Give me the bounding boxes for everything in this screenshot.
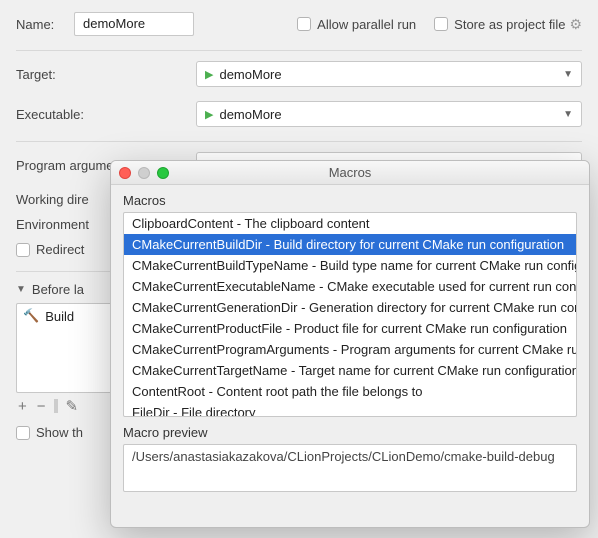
allow-parallel-checkbox[interactable]: Allow parallel run [297, 17, 416, 32]
titlebar[interactable]: Macros [111, 161, 589, 185]
checkbox-box-icon [16, 243, 30, 257]
minimize-icon[interactable] [138, 167, 150, 179]
name-label: Name: [16, 17, 74, 32]
show-page-checkbox[interactable]: Show th [16, 425, 83, 440]
name-input[interactable]: demoMore [74, 12, 194, 36]
remove-button[interactable]: − [35, 398, 48, 415]
macro-item[interactable]: CMakeCurrentTargetName - Target name for… [124, 360, 576, 381]
target-label: Target: [16, 67, 146, 82]
gear-icon[interactable]: ⚙ [569, 16, 582, 33]
macros-window: Macros Macros ClipboardContent - The cli… [110, 160, 590, 528]
redirect-checkbox[interactable]: Redirect [16, 242, 84, 257]
play-icon: ▶ [205, 108, 213, 121]
play-icon: ▶ [205, 68, 213, 81]
env-label: Environment [16, 217, 89, 232]
macro-item[interactable]: CMakeCurrentProductFile - Product file f… [124, 318, 576, 339]
separator [54, 399, 58, 413]
separator [16, 50, 582, 51]
show-page-label: Show th [36, 425, 83, 440]
separator [16, 141, 582, 142]
window-title: Macros [111, 165, 589, 180]
macro-preview-label: Macro preview [123, 425, 577, 440]
macro-item[interactable]: CMakeCurrentProgramArguments - Program a… [124, 339, 576, 360]
build-item-label: Build [45, 309, 74, 324]
executable-label: Executable: [16, 107, 146, 122]
target-value: demoMore [219, 67, 281, 82]
edit-button[interactable]: ✎ [64, 397, 81, 415]
zoom-icon[interactable] [157, 167, 169, 179]
redirect-label: Redirect [36, 242, 84, 257]
hammer-icon: 🔨 [23, 308, 39, 324]
macro-preview: /Users/anastasiakazakova/CLionProjects/C… [123, 444, 577, 492]
close-icon[interactable] [119, 167, 131, 179]
chevron-down-icon: ▼ [16, 284, 26, 295]
working-dir-label: Working dire [16, 192, 89, 207]
macros-list[interactable]: ClipboardContent - The clipboard content… [123, 212, 577, 417]
checkbox-box-icon [297, 17, 311, 31]
macro-item[interactable]: CMakeCurrentGenerationDir - Generation d… [124, 297, 576, 318]
allow-parallel-label: Allow parallel run [317, 17, 416, 32]
before-launch-label: Before la [32, 282, 84, 297]
chevron-down-icon: ▼ [563, 69, 573, 80]
macro-item[interactable]: ContentRoot - Content root path the file… [124, 381, 576, 402]
checkbox-box-icon [434, 17, 448, 31]
macro-item[interactable]: FileDir - File directory [124, 402, 576, 417]
checkbox-box-icon [16, 426, 30, 440]
macro-item[interactable]: CMakeCurrentExecutableName - CMake execu… [124, 276, 576, 297]
store-project-label: Store as project file [454, 17, 565, 32]
macros-list-label: Macros [123, 193, 577, 208]
macro-item[interactable]: CMakeCurrentBuildDir - Build directory f… [124, 234, 576, 255]
macro-item[interactable]: ClipboardContent - The clipboard content [124, 213, 576, 234]
store-project-checkbox[interactable]: Store as project file [434, 17, 565, 32]
executable-value: demoMore [219, 107, 281, 122]
macro-item[interactable]: CMakeCurrentBuildTypeName - Build type n… [124, 255, 576, 276]
add-button[interactable]: + [16, 398, 29, 415]
chevron-down-icon: ▼ [563, 109, 573, 120]
executable-dropdown[interactable]: ▶ demoMore ▼ [196, 101, 582, 127]
target-dropdown[interactable]: ▶ demoMore ▼ [196, 61, 582, 87]
